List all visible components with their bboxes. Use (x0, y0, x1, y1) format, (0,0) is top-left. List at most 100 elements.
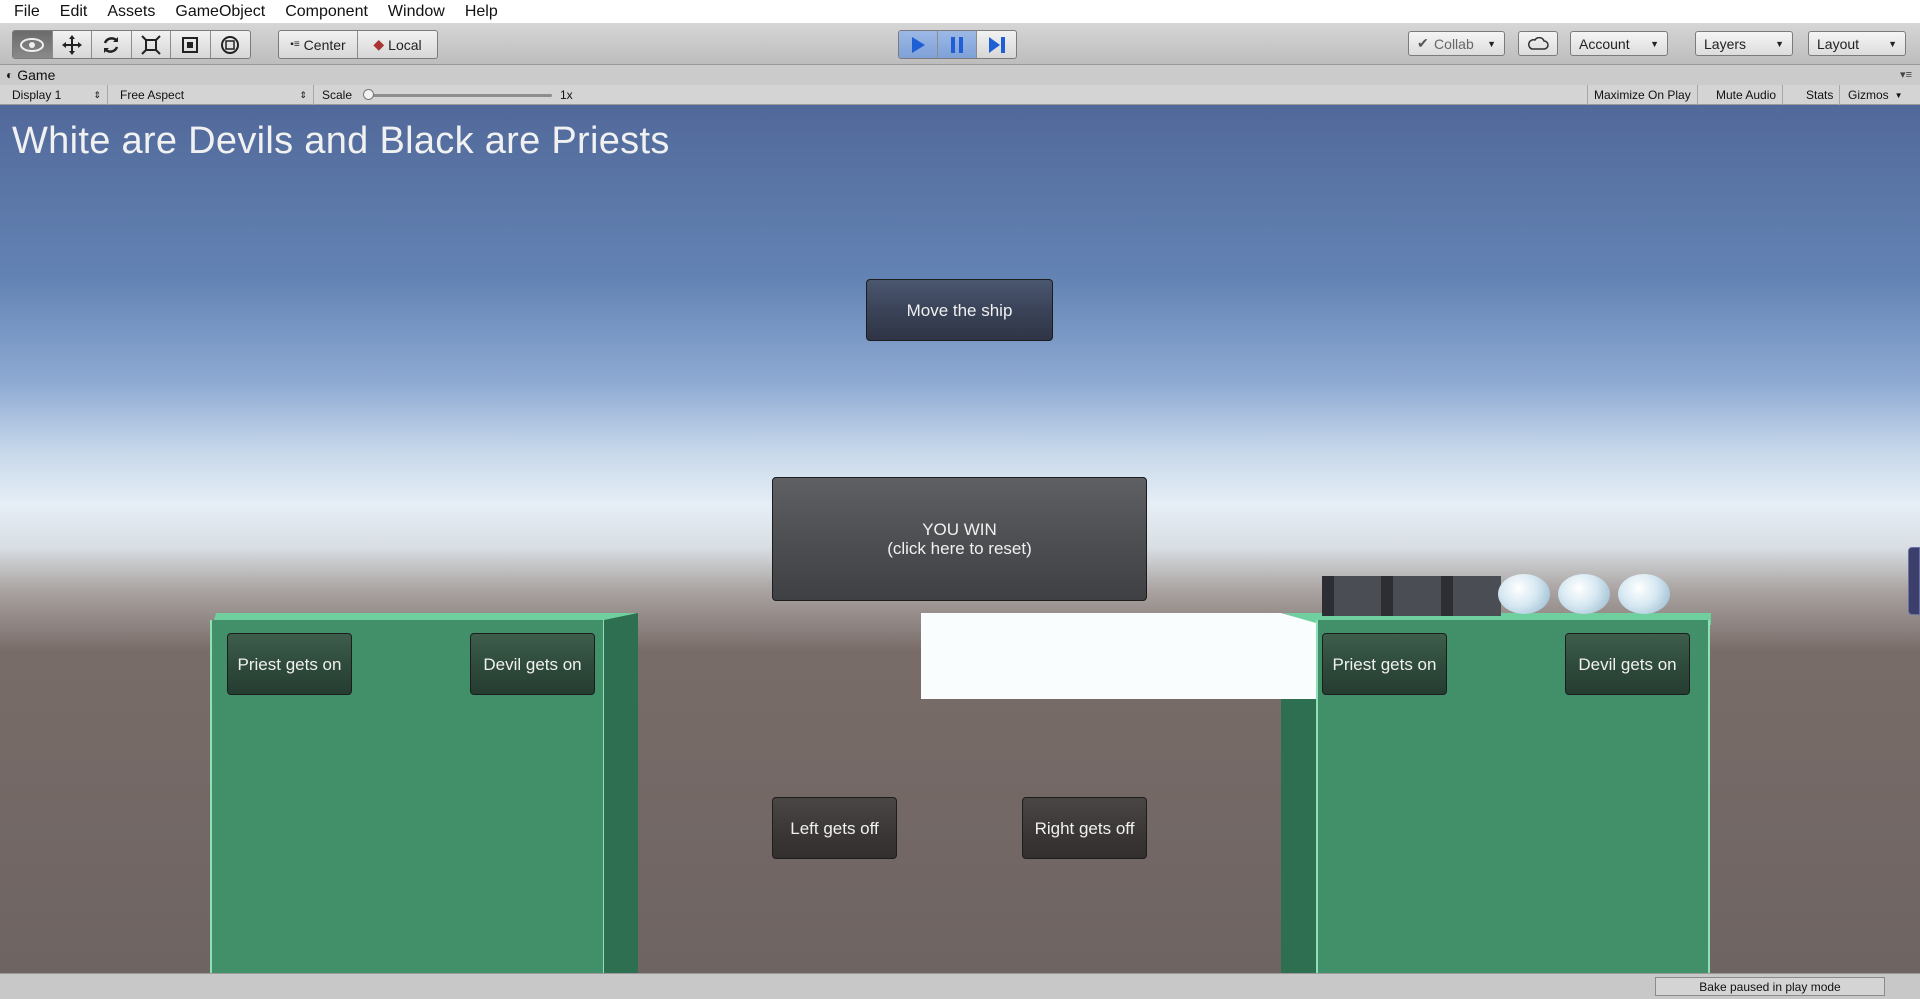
game-title-label: White are Devils and Black are Priests (12, 120, 670, 162)
step-button[interactable] (977, 31, 1016, 58)
cube-icon: ◆ (373, 36, 385, 52)
right-priest-on-label: Priest gets on (1332, 654, 1437, 674)
menu-bar: File Edit Assets GameObject Component Wi… (0, 0, 1920, 23)
dropdown-arrow-icon: ▼ (1894, 90, 1903, 100)
mute-audio-toggle[interactable]: Mute Audio (1710, 85, 1784, 105)
rect-tool-icon (182, 36, 199, 53)
left-devil-on-label: Devil gets on (483, 654, 582, 674)
menu-edit[interactable]: Edit (50, 0, 98, 23)
move-ship-button[interactable]: Move the ship (866, 279, 1053, 341)
check-icon: ✔ (1417, 35, 1429, 51)
bake-status-label: Bake paused in play mode (1699, 979, 1841, 994)
pivot-icon: ▪≡ (290, 39, 300, 50)
side-panel-handle[interactable] (1908, 547, 1920, 615)
rotate-tool-button[interactable] (92, 31, 132, 58)
scale-slider-track[interactable] (368, 94, 552, 97)
layers-label: Layers (1704, 35, 1747, 52)
left-bank-side (604, 613, 638, 973)
aspect-dropdown[interactable]: Free Aspect ⇕ (114, 85, 314, 105)
menu-gameobject[interactable]: GameObject (165, 0, 275, 23)
pause-button[interactable] (938, 31, 978, 58)
scale-slider-handle[interactable] (363, 89, 374, 100)
gizmos-dropdown[interactable]: Gizmos ▼ (1842, 85, 1909, 105)
stats-label: Stats (1806, 88, 1834, 102)
move-ship-label: Move the ship (906, 300, 1013, 320)
right-devil-on-label: Devil gets on (1578, 654, 1677, 674)
play-button[interactable] (899, 31, 939, 58)
left-gets-off-label: Left gets off (790, 818, 879, 838)
pause-icon (951, 36, 964, 53)
scale-label: Scale (322, 88, 353, 102)
left-devil-on-button[interactable]: Devil gets on (470, 633, 595, 695)
collab-dropdown[interactable]: ✔ Collab ▼ (1408, 31, 1505, 56)
reset-hint-label: (click here to reset) (887, 539, 1032, 558)
cloud-button[interactable] (1518, 31, 1558, 56)
right-devil-on-button[interactable]: Devil gets on (1565, 633, 1690, 695)
play-icon (912, 36, 925, 53)
play-controls (898, 30, 1017, 59)
tab-game[interactable]: ◐ Game (6, 65, 55, 85)
left-gets-off-button[interactable]: Left gets off (772, 797, 897, 859)
move-tool-button[interactable] (53, 31, 92, 58)
game-tab-icon: ◐ (6, 68, 14, 82)
boat (921, 613, 1316, 699)
game-view-controls: Display 1 ⇕ Free Aspect ⇕ Scale 1x Maxim… (0, 85, 1920, 105)
eye-icon (20, 37, 45, 52)
tab-menu-icon[interactable]: ▾≡ (1900, 68, 1912, 81)
pivot-controls: ▪≡ Center ◆ Local (278, 30, 438, 59)
left-priest-on-button[interactable]: Priest gets on (227, 633, 352, 695)
rect-tool-button[interactable] (171, 31, 211, 58)
menu-help[interactable]: Help (455, 0, 508, 23)
stats-toggle[interactable]: Stats (1800, 85, 1841, 105)
right-bank-side (1281, 699, 1318, 973)
priest-cube (1381, 576, 1441, 616)
priest-cube (1322, 576, 1382, 616)
updown-arrow-icon: ⇕ (299, 89, 307, 100)
menu-window[interactable]: Window (378, 0, 455, 23)
win-reset-button[interactable]: YOU WIN (click here to reset) (772, 477, 1147, 601)
cloud-icon (1528, 36, 1549, 50)
menu-file[interactable]: File (4, 0, 50, 23)
view-tool-button[interactable] (13, 31, 53, 58)
maximize-label: Maximize On Play (1594, 88, 1691, 102)
right-priest-on-button[interactable]: Priest gets on (1322, 633, 1447, 695)
game-tab-row: ◐ Game ▾≡ (0, 65, 1920, 85)
layers-dropdown[interactable]: Layers ▼ (1695, 31, 1793, 56)
maximize-on-play-toggle[interactable]: Maximize On Play (1587, 85, 1698, 105)
mute-label: Mute Audio (1716, 88, 1777, 102)
devil-ball (1618, 574, 1670, 614)
right-gets-off-button[interactable]: Right gets off (1022, 797, 1147, 859)
transform-tools (12, 30, 251, 59)
pivot-label: Center (303, 36, 346, 53)
aspect-label: Free Aspect (120, 88, 185, 102)
dropdown-arrow-icon: ▼ (1487, 38, 1496, 49)
devil-ball (1558, 574, 1610, 614)
step-icon (988, 36, 1005, 53)
devil-ball (1498, 574, 1550, 614)
dropdown-arrow-icon: ▼ (1888, 38, 1897, 49)
display-label: Display 1 (12, 88, 62, 102)
scale-icon (141, 34, 161, 55)
game-viewport[interactable]: White are Devils and Black are Priests M… (0, 105, 1920, 973)
move-arrows-icon (61, 34, 82, 55)
tab-game-label: Game (17, 67, 56, 83)
account-dropdown[interactable]: Account ▼ (1570, 31, 1668, 56)
pivot-local-button[interactable]: ◆ Local (358, 31, 437, 58)
menu-assets[interactable]: Assets (97, 0, 165, 23)
win-label: YOU WIN (922, 520, 997, 539)
scale-tool-button[interactable] (132, 31, 171, 58)
layout-dropdown[interactable]: Layout ▼ (1808, 31, 1906, 56)
menu-component[interactable]: Component (275, 0, 378, 23)
bake-status: Bake paused in play mode (1655, 977, 1885, 996)
dropdown-arrow-icon: ▼ (1775, 38, 1784, 49)
layout-label: Layout (1817, 35, 1860, 52)
transform-tool-button[interactable] (211, 31, 250, 58)
pivot-center-button[interactable]: ▪≡ Center (279, 31, 358, 58)
priest-cube (1441, 576, 1501, 616)
right-gets-off-label: Right gets off (1034, 818, 1135, 838)
dropdown-arrow-icon: ▼ (1650, 38, 1659, 49)
display-dropdown[interactable]: Display 1 ⇕ (6, 85, 108, 105)
space-label: Local (388, 36, 422, 53)
gizmos-label: Gizmos (1848, 88, 1889, 102)
toolbar: ▪≡ Center ◆ Local ✔ Collab ▼ Account ▼ L… (0, 23, 1920, 65)
